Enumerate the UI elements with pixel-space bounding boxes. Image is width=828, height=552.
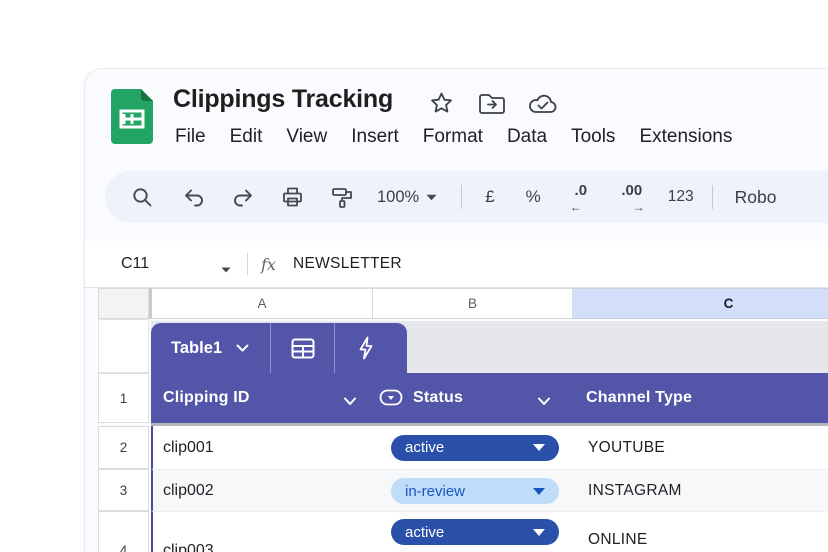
more-formats-button[interactable]: 123 <box>668 188 694 206</box>
move-folder-icon[interactable] <box>478 93 506 120</box>
font-family-selector[interactable]: Robo <box>735 187 777 208</box>
header-clipping-id[interactable]: Clipping ID <box>163 373 250 423</box>
menu-tools[interactable]: Tools <box>571 126 615 148</box>
screenshot-stage: Clippings Tracking File Edit View Insert… <box>0 0 828 552</box>
zoom-level[interactable]: 100% <box>377 188 419 207</box>
dropdown-caret-icon <box>533 488 545 495</box>
row-header-1[interactable]: 1 <box>98 373 149 423</box>
print-icon[interactable] <box>281 186 304 208</box>
column-header-a[interactable]: A <box>152 288 373 319</box>
status-dropdown-chip[interactable]: active <box>391 435 559 461</box>
status-value: in-review <box>405 483 533 500</box>
right-arrow-icon: → <box>633 200 645 214</box>
menu-edit[interactable]: Edit <box>230 126 263 148</box>
cell-channel-type[interactable]: ONLINE <box>588 512 648 552</box>
table-tab-row: Table1 <box>85 319 828 373</box>
row-header-2[interactable]: 2 <box>98 426 149 469</box>
name-box[interactable]: C11 <box>121 255 149 273</box>
cloud-saved-icon[interactable] <box>528 93 558 120</box>
redo-icon[interactable] <box>232 187 254 207</box>
cell-clipping-id[interactable]: clip003 <box>163 512 214 552</box>
status-dropdown-chip[interactable]: in-review <box>391 478 559 504</box>
header-status[interactable]: Status <box>413 373 463 423</box>
status-dropdown-chip[interactable]: active <box>391 519 559 545</box>
toolbar: 100% £ % .0 ← .00 → 123 Robo <box>105 171 828 223</box>
menu-view[interactable]: View <box>286 126 327 148</box>
table-grid-icon[interactable] <box>271 338 334 359</box>
increase-decimal-button[interactable]: .00 → <box>617 182 647 212</box>
formula-bar-divider <box>247 253 248 275</box>
table-row: 3 clip002 in-review INSTAGRAM <box>85 469 828 511</box>
select-all-corner[interactable] <box>98 288 149 319</box>
row-cells: clip003 active ONLINE <box>151 511 828 552</box>
menu-extensions[interactable]: Extensions <box>639 126 732 148</box>
dropdown-caret-icon <box>533 444 545 451</box>
google-sheets-logo-icon[interactable] <box>111 89 153 144</box>
dropdown-caret-icon <box>533 529 545 536</box>
table-row: 2 clip001 active YOUTUBE <box>85 426 828 469</box>
cell-channel-type[interactable]: INSTAGRAM <box>588 470 682 512</box>
toolbar-divider <box>461 185 462 209</box>
menu-file[interactable]: File <box>175 126 206 148</box>
table-name[interactable]: Table1 <box>171 339 222 358</box>
row-header-4[interactable]: 4 <box>98 511 149 552</box>
table-row: 4 clip003 active ONLINE <box>85 511 828 552</box>
row-header-blank[interactable] <box>98 319 149 373</box>
percent-format-button[interactable]: % <box>526 187 541 207</box>
menu-insert[interactable]: Insert <box>351 126 399 148</box>
cell-clipping-id[interactable]: clip001 <box>163 426 214 469</box>
table-header-band: Clipping ID Status Channel Type <box>151 373 828 423</box>
decrease-decimal-button[interactable]: .0 ← <box>568 182 594 212</box>
status-value: active <box>405 524 533 541</box>
table-menu-chevron-icon[interactable] <box>236 339 249 357</box>
menu-bar: File Edit View Insert Format Data Tools … <box>175 126 732 148</box>
search-icon[interactable] <box>131 186 153 208</box>
paint-format-icon[interactable] <box>331 186 353 209</box>
cell-channel-type[interactable]: YOUTUBE <box>588 426 665 469</box>
toolbar-divider <box>712 185 713 209</box>
header-channel-type[interactable]: Channel Type <box>586 373 692 423</box>
sheets-app-window: Clippings Tracking File Edit View Insert… <box>84 68 828 552</box>
formula-input[interactable]: NEWSLETTER <box>293 255 402 273</box>
document-title[interactable]: Clippings Tracking <box>173 85 393 114</box>
column-header-row: A B C <box>85 288 828 319</box>
dropdown-column-type-icon <box>379 389 403 411</box>
table-header-row: 1 Clipping ID Status Channel Type <box>85 373 828 423</box>
left-arrow-icon: ← <box>570 200 582 214</box>
undo-icon[interactable] <box>183 187 205 207</box>
row-cells: clip002 in-review INSTAGRAM <box>151 469 828 512</box>
column-header-b[interactable]: B <box>373 288 573 319</box>
clipping-id-filter-chevron-icon[interactable] <box>343 393 357 411</box>
lightning-bolt-icon[interactable] <box>335 336 398 360</box>
zoom-caret-icon[interactable] <box>426 194 437 201</box>
currency-format-button[interactable]: £ <box>485 187 494 207</box>
status-filter-chevron-icon[interactable] <box>537 393 551 411</box>
name-box-caret-icon[interactable] <box>221 260 231 278</box>
star-icon[interactable] <box>429 91 454 120</box>
menu-format[interactable]: Format <box>423 126 483 148</box>
fx-icon: fx <box>261 255 276 274</box>
menu-data[interactable]: Data <box>507 126 547 148</box>
cell-clipping-id[interactable]: clip002 <box>163 470 214 512</box>
row-cells: clip001 active YOUTUBE <box>151 426 828 469</box>
status-value: active <box>405 439 533 456</box>
formula-bar: C11 fx NEWSLETTER <box>85 241 828 288</box>
row-header-3[interactable]: 3 <box>98 469 149 511</box>
column-header-c-selected[interactable]: C <box>573 288 828 319</box>
table-tab[interactable]: Table1 <box>151 323 407 373</box>
